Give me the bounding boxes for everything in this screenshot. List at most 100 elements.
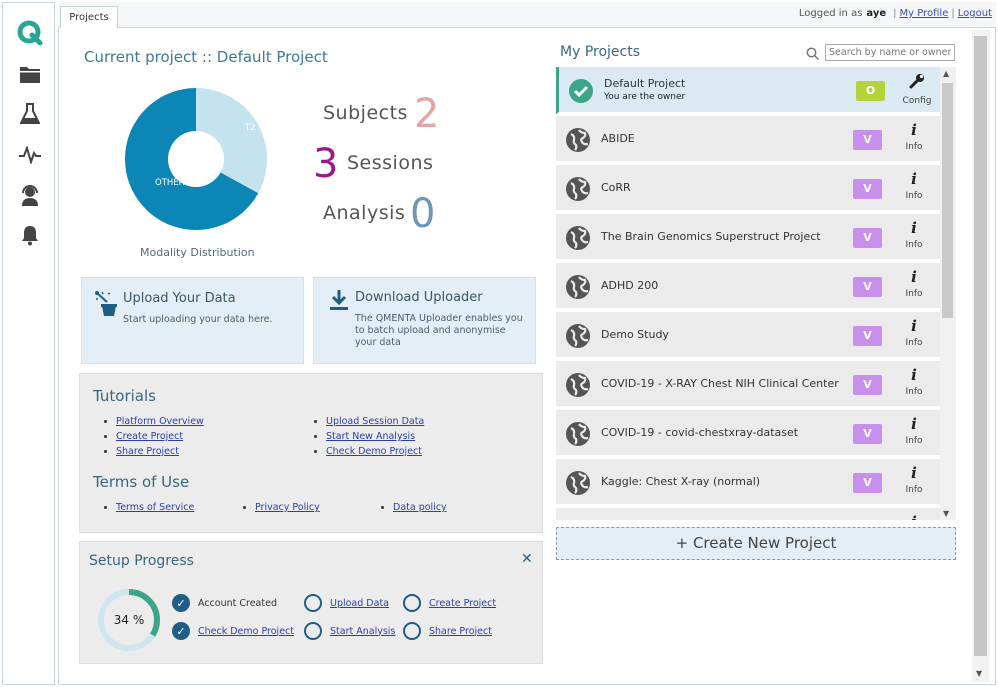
info-button[interactable]: i — [896, 514, 932, 520]
terms-list-1: Terms of Service — [116, 500, 194, 515]
project-name: Kaggle: Chest X-ray (normal) — [601, 475, 761, 488]
project-list-scrollbar[interactable]: ▲ ▼ — [940, 67, 956, 520]
username: aye — [866, 8, 887, 19]
terms-link[interactable]: Privacy Policy — [255, 502, 320, 513]
tutorial-link[interactable]: Upload Session Data — [326, 416, 424, 427]
info-button[interactable]: i Info — [896, 220, 932, 250]
setup-item-share-project[interactable]: Share Project — [403, 622, 492, 640]
project-row[interactable]: The Brain Genomics Superstruct Project Vi… — [556, 214, 940, 261]
info-button[interactable]: i Info — [896, 171, 932, 201]
project-row[interactable]: Demo Study Vi Info — [556, 312, 940, 359]
bell-icon[interactable] — [17, 222, 43, 248]
setup-item-check-demo-project[interactable]: ✓ Check Demo Project — [172, 622, 294, 640]
upload-data-card[interactable]: Upload Your Data Start uploading your da… — [81, 277, 304, 364]
empty-circle-icon — [403, 594, 421, 612]
tutorial-link[interactable]: Create Project — [116, 431, 183, 442]
progress-percent: 34 % — [113, 613, 145, 627]
info-button[interactable]: i Info — [896, 122, 932, 152]
tutorial-link[interactable]: Check Demo Project — [326, 446, 422, 457]
create-new-project-button[interactable]: + Create New Project — [556, 527, 956, 560]
project-search-input[interactable] — [825, 44, 955, 61]
info-button[interactable]: i Info — [896, 465, 932, 495]
info-icon: i — [911, 219, 917, 237]
action-label: Info — [905, 485, 923, 495]
project-name: ABIDE — [601, 132, 635, 145]
project-row[interactable]: Kaggle: Chest X-ray (normal) Vi Info — [556, 459, 940, 506]
info-button[interactable]: i Info — [896, 367, 932, 397]
role-badge: V — [853, 130, 882, 150]
setup-item-link[interactable]: Share Project — [429, 626, 492, 637]
tutorials-list-2: Upload Session Data Start New Analysis C… — [326, 414, 424, 459]
terms-list-3: Data policy — [393, 500, 447, 515]
page-scrollbar-thumb[interactable] — [974, 36, 987, 656]
analysis-label: Analysis — [323, 202, 406, 224]
scroll-up-icon[interactable]: ▲ — [943, 69, 949, 78]
tutorial-link[interactable]: Platform Overview — [116, 416, 204, 427]
info-icon: i — [911, 317, 917, 335]
tab-projects[interactable]: Projects — [60, 6, 118, 28]
project-row[interactable]: COVID-19 - X-RAY Chest NIH Clinical Cent… — [556, 361, 940, 408]
list-item: Upload Session Data — [326, 414, 424, 429]
close-icon[interactable]: ✕ — [521, 551, 533, 567]
project-row[interactable]: ABIDE Vi Info — [556, 116, 940, 163]
page-scroll-down-icon[interactable]: ▼ — [976, 669, 982, 678]
project-row[interactable]: ADHD 200 Vi Info — [556, 263, 940, 310]
terms-link[interactable]: Terms of Service — [116, 502, 194, 513]
scrollbar-thumb[interactable] — [942, 83, 953, 318]
folder-icon[interactable] — [17, 61, 43, 87]
magic-wand-icon — [94, 290, 120, 322]
info-button[interactable]: i Info — [896, 416, 932, 446]
list-item: Privacy Policy — [255, 500, 320, 515]
project-row[interactable]: CoRR Vi Info — [556, 165, 940, 212]
tutorial-link[interactable]: Share Project — [116, 446, 179, 457]
setup-item-link[interactable]: Start Analysis — [330, 626, 395, 637]
support-agent-icon[interactable] — [17, 182, 43, 208]
action-label: Info — [905, 338, 923, 348]
action-label: Info — [905, 142, 923, 152]
project-row[interactable]: Default Project You are the owner O Config — [556, 67, 940, 114]
setup-progress-heading: Setup Progress — [89, 553, 194, 569]
logged-in-text: Logged in as — [798, 8, 863, 19]
setup-progress-panel: Setup Progress ✕ 34 % ✓ Account Created U… — [79, 541, 543, 664]
role-badge: V — [853, 179, 882, 199]
project-row[interactable]: i — [556, 508, 940, 520]
activity-icon[interactable] — [17, 142, 43, 168]
globe-icon — [565, 176, 591, 202]
info-icon: i — [896, 514, 932, 520]
modality-label: T2 — [244, 123, 256, 133]
setup-item-start-analysis[interactable]: Start Analysis — [304, 622, 395, 640]
tutorial-link[interactable]: Start New Analysis — [326, 431, 415, 442]
role-badge: V — [853, 277, 882, 297]
setup-item-link[interactable]: Create Project — [429, 598, 496, 609]
search-icon — [806, 46, 820, 65]
setup-item-link[interactable]: Check Demo Project — [198, 626, 294, 637]
my-profile-link[interactable]: My Profile — [900, 8, 949, 19]
config-button[interactable]: Config — [899, 73, 935, 106]
project-name: The Brain Genomics Superstruct Project — [601, 230, 821, 243]
scroll-down-icon[interactable]: ▼ — [943, 509, 949, 518]
list-item: Start New Analysis — [326, 429, 424, 444]
info-button[interactable]: i Info — [896, 318, 932, 348]
action-label: Info — [905, 289, 923, 299]
download-uploader-card[interactable]: Download Uploader The QMENTA Uploader en… — [313, 277, 536, 364]
setup-item-link[interactable]: Upload Data — [330, 598, 389, 609]
role-badge: V — [853, 473, 882, 493]
tutorials-heading: Tutorials — [93, 387, 156, 405]
modality-donut-chart: T2 OTHER — [125, 88, 267, 230]
logout-link[interactable]: Logout — [958, 8, 992, 19]
user-bar: Logged in as aye | My Profile | Logout — [798, 8, 992, 19]
role-badge: O — [856, 81, 885, 101]
qmenta-logo-icon[interactable] — [17, 20, 43, 46]
setup-item-create-project[interactable]: Create Project — [403, 594, 496, 612]
upload-data-text: Start uploading your data here. — [123, 314, 273, 325]
project-row[interactable]: COVID-19 - covid-chestxray-dataset Vi Info — [556, 410, 940, 457]
setup-item-label: Account Created — [198, 597, 277, 609]
page-scrollbar[interactable]: ▼ — [972, 30, 990, 682]
project-name: COVID-19 - X-RAY Chest NIH Clinical Cent… — [601, 377, 839, 390]
info-button[interactable]: i Info — [896, 269, 932, 299]
modality-caption: Modality Distribution — [140, 246, 255, 259]
terms-link[interactable]: Data policy — [393, 502, 447, 513]
globe-icon — [565, 519, 591, 520]
flask-icon[interactable] — [17, 101, 43, 127]
setup-item-upload-data[interactable]: Upload Data — [304, 594, 389, 612]
